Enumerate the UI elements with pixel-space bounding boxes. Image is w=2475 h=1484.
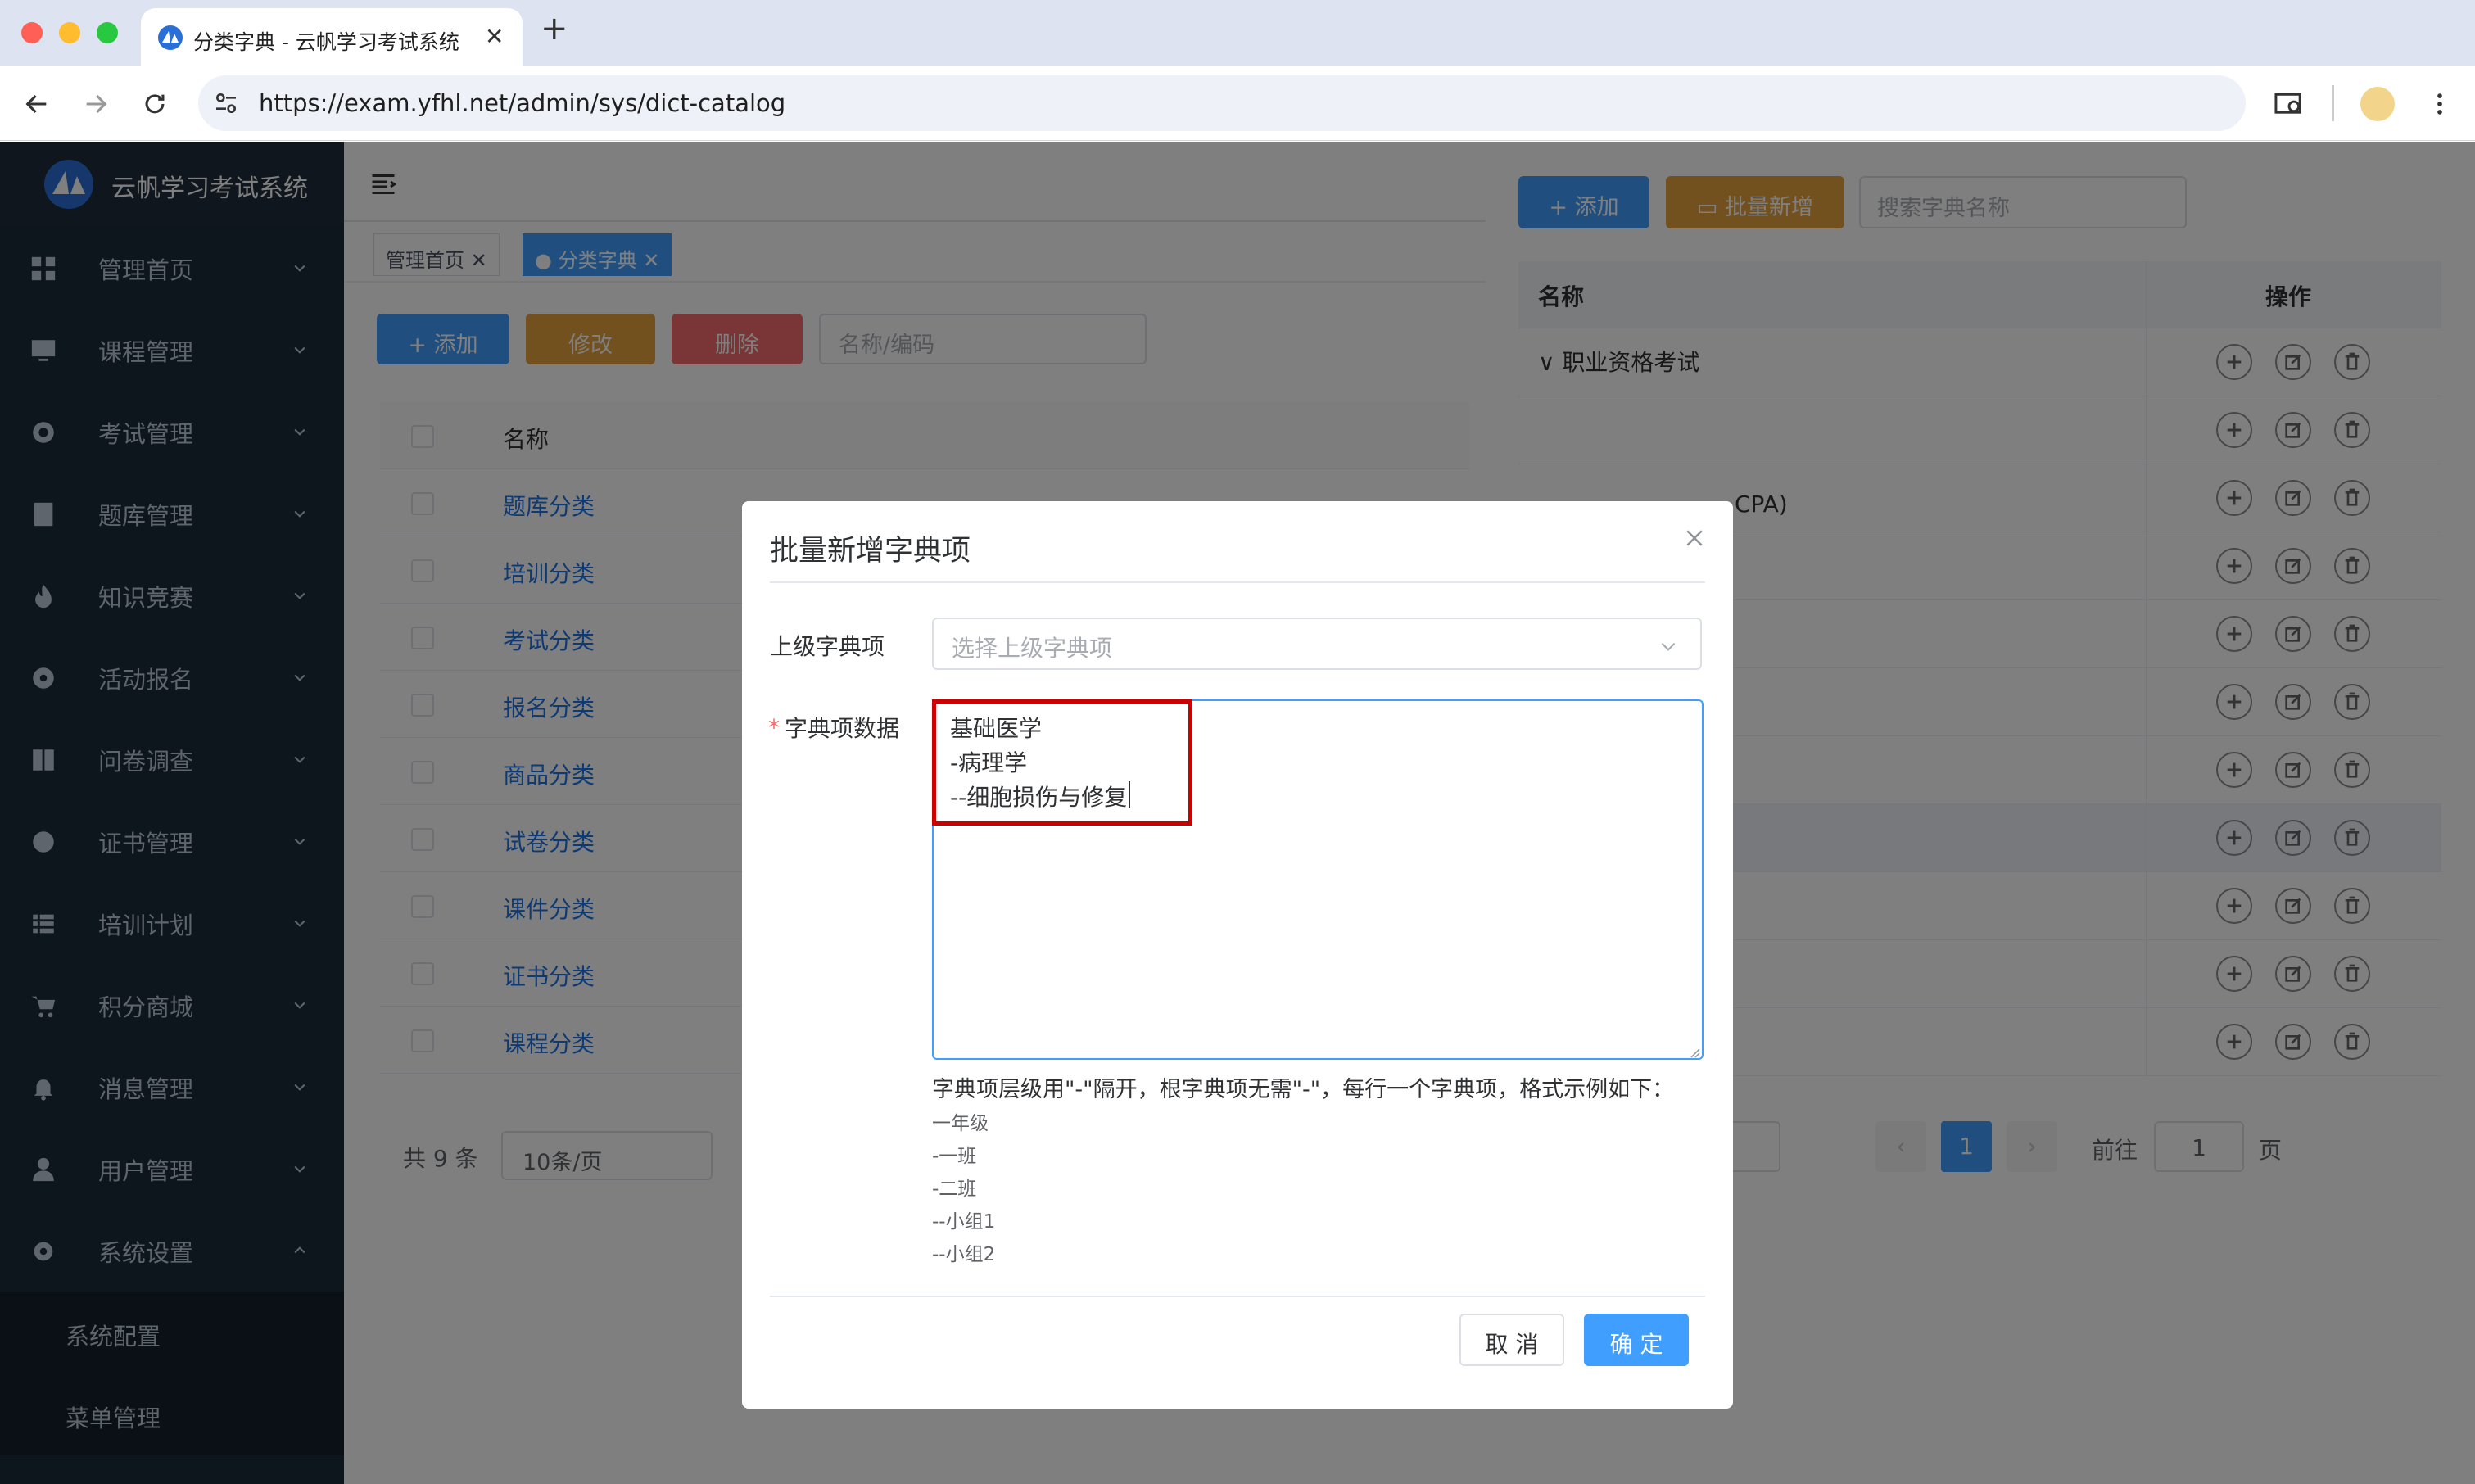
site-favicon-icon — [158, 25, 183, 50]
maximize-window-button[interactable] — [97, 22, 118, 43]
tab-title: 分类字典 - 云帆学习考试系统 — [193, 30, 459, 54]
resize-handle-icon[interactable] — [1687, 1045, 1700, 1058]
chevron-down-icon — [1661, 642, 1676, 651]
cancel-button[interactable]: 取 消 — [1459, 1314, 1564, 1366]
example-line: --小组1 — [932, 1211, 996, 1233]
new-tab-button[interactable]: + — [541, 10, 568, 48]
toolbar-divider — [2332, 85, 2334, 121]
required-mark: * — [768, 714, 780, 741]
back-arrow-icon[interactable] — [23, 90, 51, 118]
more-menu-icon[interactable] — [2426, 90, 2454, 118]
address-bar[interactable]: https://exam.yfhl.net/admin/sys/dict-cat… — [198, 75, 2246, 131]
example-line: -二班 — [932, 1179, 977, 1200]
example-line: --小组2 — [932, 1244, 996, 1265]
confirm-button[interactable]: 确 定 — [1584, 1314, 1689, 1366]
dialog-footer-divider — [770, 1296, 1705, 1297]
parent-select[interactable]: 选择上级字典项 — [932, 618, 1702, 670]
highlight-box — [932, 699, 1192, 826]
reload-icon[interactable] — [141, 90, 169, 118]
close-window-button[interactable] — [21, 22, 43, 43]
batch-add-dialog: 批量新增字典项 上级字典项 选择上级字典项 * 字典项数据 基础医学 -病理学 … — [742, 501, 1733, 1409]
data-label: 字典项数据 — [785, 715, 900, 742]
example-line: 一年级 — [932, 1113, 989, 1134]
site-settings-icon[interactable] — [213, 90, 239, 116]
close-tab-icon[interactable]: ✕ — [485, 23, 504, 50]
format-hint: 字典项层级用"-"隔开，根字典项无需"-"，每行一个字典项，格式示例如下： — [932, 1077, 1675, 1102]
browser-tab[interactable]: 分类字典 - 云帆学习考试系统 ✕ — [141, 8, 523, 67]
dialog-header-divider — [770, 581, 1705, 583]
parent-label: 上级字典项 — [770, 633, 885, 660]
dialog-close-icon[interactable] — [1682, 526, 1707, 550]
example-line: -一班 — [932, 1146, 977, 1167]
dialog-title: 批量新增字典项 — [770, 535, 971, 568]
minimize-window-button[interactable] — [59, 22, 80, 43]
browser-tab-strip: 分类字典 - 云帆学习考试系统 ✕ + — [0, 0, 2475, 67]
app-root: 云帆学习考试系统 管理首页 课程管理 考试管理 题库管理 知识竞赛 活动报名 — [0, 142, 2475, 1484]
forward-arrow-icon[interactable] — [82, 90, 110, 118]
tab-search-icon[interactable] — [2274, 90, 2305, 118]
url-text: https://exam.yfhl.net/admin/sys/dict-cat… — [259, 89, 786, 117]
parent-select-placeholder: 选择上级字典项 — [952, 635, 1113, 662]
profile-avatar[interactable] — [2360, 87, 2395, 121]
